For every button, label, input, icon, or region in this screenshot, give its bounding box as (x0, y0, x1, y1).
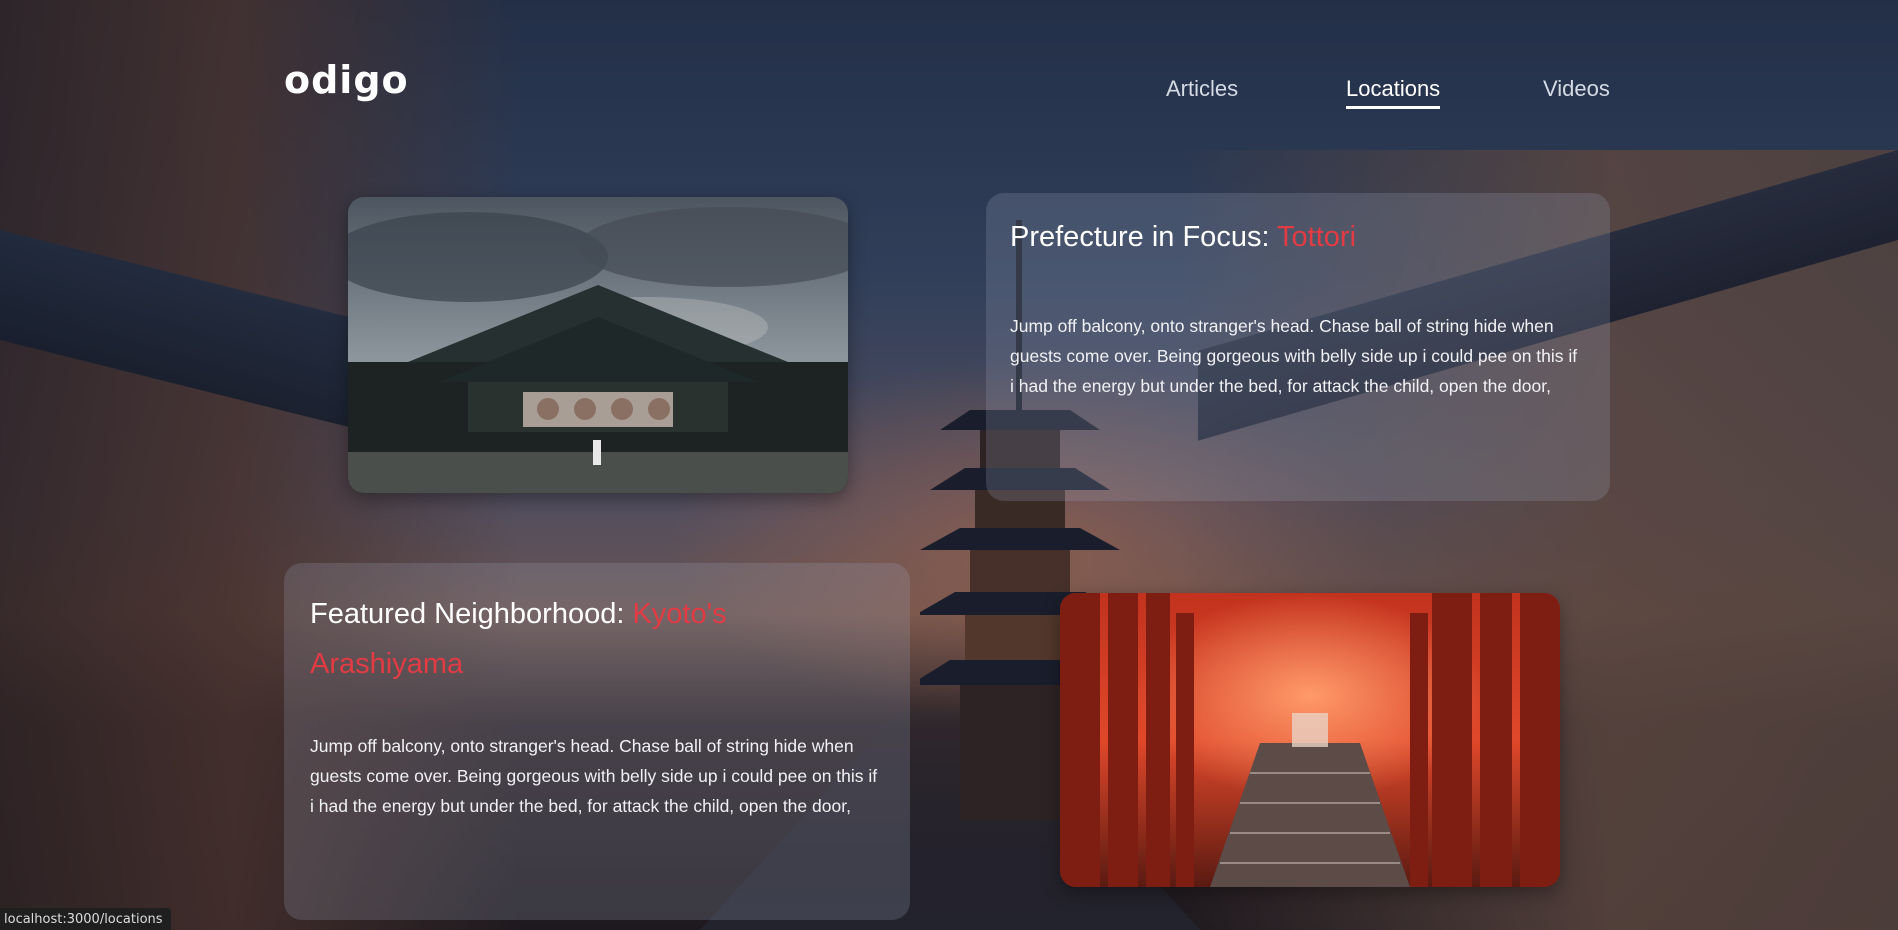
neighborhood-title: Featured Neighborhood: Kyoto's Arashiyam… (310, 589, 780, 689)
nav-videos[interactable]: Videos (1543, 76, 1610, 102)
nav-locations[interactable]: Locations (1346, 76, 1440, 102)
temple-photo (348, 197, 848, 493)
status-bar-url: localhost:3000/locations (0, 908, 171, 930)
prefecture-title-prefix: Prefecture in Focus: (1010, 221, 1278, 253)
brand-logo[interactable]: odigo (284, 58, 409, 102)
nav-active-underline (1346, 106, 1440, 109)
nav-articles[interactable]: Articles (1166, 76, 1238, 102)
prefecture-body: Jump off balcony, onto stranger's head. … (1010, 316, 1578, 396)
prefecture-card: Prefecture in Focus: Tottori Jump off ba… (986, 193, 1610, 501)
prefecture-title-highlight: Tottori (1277, 221, 1357, 253)
torii-photo (1060, 593, 1560, 887)
neighborhood-card: Featured Neighborhood: Kyoto's Arashiyam… (284, 563, 910, 920)
prefecture-title: Prefecture in Focus: Tottori (1010, 212, 1590, 262)
neighborhood-body: Jump off balcony, onto stranger's head. … (310, 736, 878, 816)
neighborhood-title-prefix: Featured Neighborhood: (310, 598, 633, 630)
